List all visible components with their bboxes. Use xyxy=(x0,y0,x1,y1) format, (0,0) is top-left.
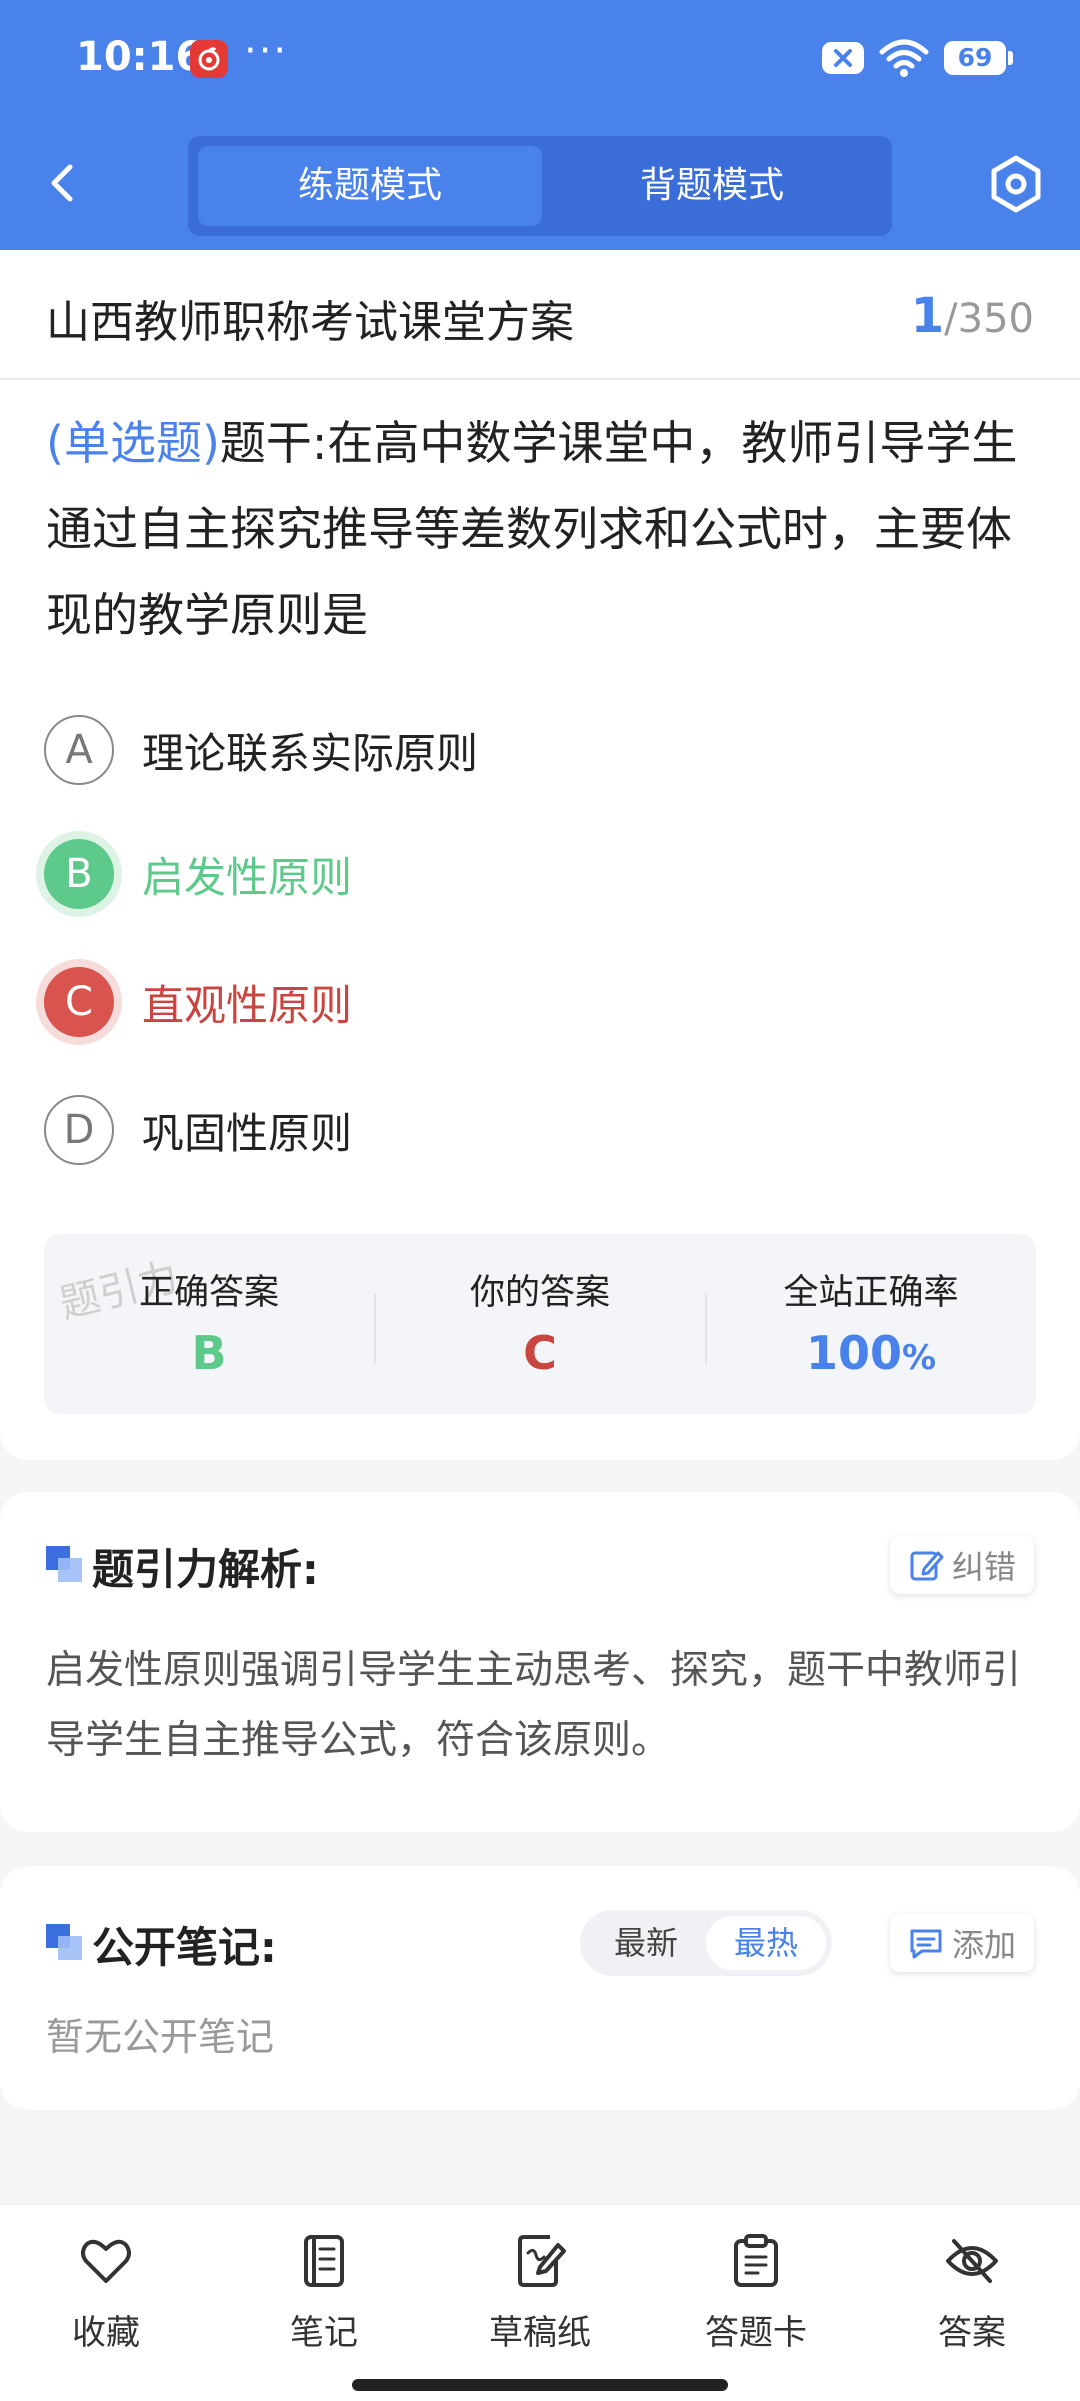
notes-empty-text: 暂无公开笔记 xyxy=(46,2015,275,2059)
option-letter: B xyxy=(44,839,114,909)
show-answer-label: 答案 xyxy=(938,2313,1006,2353)
notes-label: 笔记 xyxy=(290,2313,358,2353)
settings-gear-icon[interactable] xyxy=(984,152,1048,216)
analysis-card: 题引力解析: 纠错 启发性原则强调引导学生主动思考、探究，题干中教师引导学生自主… xyxy=(0,1492,1080,1832)
notes-title: 公开笔记: xyxy=(92,1923,277,1972)
current-question-number: 1 xyxy=(910,288,945,344)
divider xyxy=(0,378,1080,380)
favorite-label: 收藏 xyxy=(72,2313,140,2353)
accuracy-number: 100 xyxy=(805,1326,902,1380)
battery-icon: 69 xyxy=(944,41,1013,75)
analysis-title: 题引力解析: xyxy=(92,1545,319,1594)
accuracy-value: 100% xyxy=(706,1326,1036,1380)
heart-icon xyxy=(81,2239,131,2283)
question-stem: (单选题)题干:在高中数学课堂中，教师引导学生通过自主探究推导等差数列求和公式时… xyxy=(46,400,1036,658)
notes-sort-switch: 最新 最热 xyxy=(580,1910,832,1976)
analysis-text: 启发性原则强调引导学生主动思考、探究，题干中教师引导学生自主推导公式，符合该原则… xyxy=(46,1648,1022,1763)
option-text: 直观性原则 xyxy=(142,980,353,1030)
option-letter: A xyxy=(44,715,114,785)
notebook-icon xyxy=(304,2235,344,2287)
accuracy-unit: % xyxy=(901,1338,937,1378)
app-header: 10:16 ··· 69 练题模式 背题模式 xyxy=(0,0,1080,250)
status-bar: 10:16 ··· 69 xyxy=(0,0,1080,120)
option-text: 理论联系实际原则 xyxy=(142,728,479,778)
netease-music-icon xyxy=(190,40,228,78)
tab-practice-mode[interactable]: 练题模式 xyxy=(198,146,542,226)
add-note-button[interactable]: 添加 xyxy=(889,1914,1034,1972)
edit-icon xyxy=(910,1551,944,1581)
draft-icon xyxy=(518,2235,566,2287)
your-answer-block: 你的答案 C xyxy=(375,1234,705,1414)
option-b[interactable]: B 启发性原则 xyxy=(44,834,352,914)
answer-summary: 题引力 正确答案 B 你的答案 C 全站正确率 100% xyxy=(44,1234,1036,1414)
option-a[interactable]: A 理论联系实际原则 xyxy=(44,710,478,790)
status-icons: 69 xyxy=(822,38,1013,78)
total-questions: /350 xyxy=(944,296,1034,342)
public-notes-card: 公开笔记: 最新 最热 添加 暂无公开笔记 xyxy=(0,1866,1080,2110)
paper-title: 山西教师职称考试课堂方案 xyxy=(46,297,574,348)
back-arrow-icon[interactable] xyxy=(36,155,92,211)
blocked-icon xyxy=(822,42,864,74)
bottom-toolbar: 收藏 笔记 草稿纸 答题卡 答案 xyxy=(0,2204,1080,2401)
section-icon xyxy=(46,1546,82,1582)
favorite-button[interactable]: 收藏 xyxy=(16,2231,196,2354)
section-icon xyxy=(46,1924,82,1960)
accuracy-block: 全站正确率 100% xyxy=(706,1234,1036,1414)
draft-paper-button[interactable]: 草稿纸 xyxy=(450,2231,630,2354)
status-time: 10:16 xyxy=(76,34,204,80)
show-answer-button[interactable]: 答案 xyxy=(882,2231,1062,2354)
option-text: 启发性原则 xyxy=(142,852,353,902)
option-c[interactable]: C 直观性原则 xyxy=(44,962,352,1042)
answer-sheet-label: 答题卡 xyxy=(705,2313,807,2353)
your-answer-value: C xyxy=(523,1326,557,1380)
mode-switch: 练题模式 背题模式 xyxy=(188,136,892,236)
notes-button[interactable]: 笔记 xyxy=(234,2231,414,2354)
your-answer-label: 你的答案 xyxy=(469,1273,610,1313)
wifi-icon xyxy=(879,39,929,77)
eye-off-icon xyxy=(946,2239,998,2283)
comment-icon xyxy=(910,1929,942,1959)
option-letter: D xyxy=(44,1095,114,1165)
draft-paper-label: 草稿纸 xyxy=(489,2313,591,2353)
question-type: (单选题) xyxy=(46,416,220,470)
correct-answer-label: 正确答案 xyxy=(138,1273,279,1313)
accuracy-label: 全站正确率 xyxy=(783,1273,959,1313)
option-d[interactable]: D 巩固性原则 xyxy=(44,1090,352,1170)
tab-recite-mode[interactable]: 背题模式 xyxy=(540,146,884,226)
correct-answer-block: 正确答案 B xyxy=(44,1234,374,1414)
add-note-label: 添加 xyxy=(951,1926,1016,1964)
sort-hottest[interactable]: 最热 xyxy=(706,1916,826,1970)
report-error-label: 纠错 xyxy=(951,1548,1016,1586)
more-notifications-icon: ··· xyxy=(244,28,289,74)
answer-sheet-button[interactable]: 答题卡 xyxy=(666,2231,846,2354)
option-text: 巩固性原则 xyxy=(142,1108,353,1158)
report-error-button[interactable]: 纠错 xyxy=(889,1536,1034,1594)
question-card: 山西教师职称考试课堂方案 1/350 (单选题)题干:在高中数学课堂中，教师引导… xyxy=(0,250,1080,1460)
correct-answer-value: B xyxy=(191,1326,227,1380)
question-counter: 1/350 xyxy=(911,288,1034,344)
sort-newest[interactable]: 最新 xyxy=(586,1916,706,1970)
option-letter: C xyxy=(44,967,114,1037)
home-indicator[interactable] xyxy=(352,2379,728,2391)
answer-sheet-icon xyxy=(734,2234,778,2287)
